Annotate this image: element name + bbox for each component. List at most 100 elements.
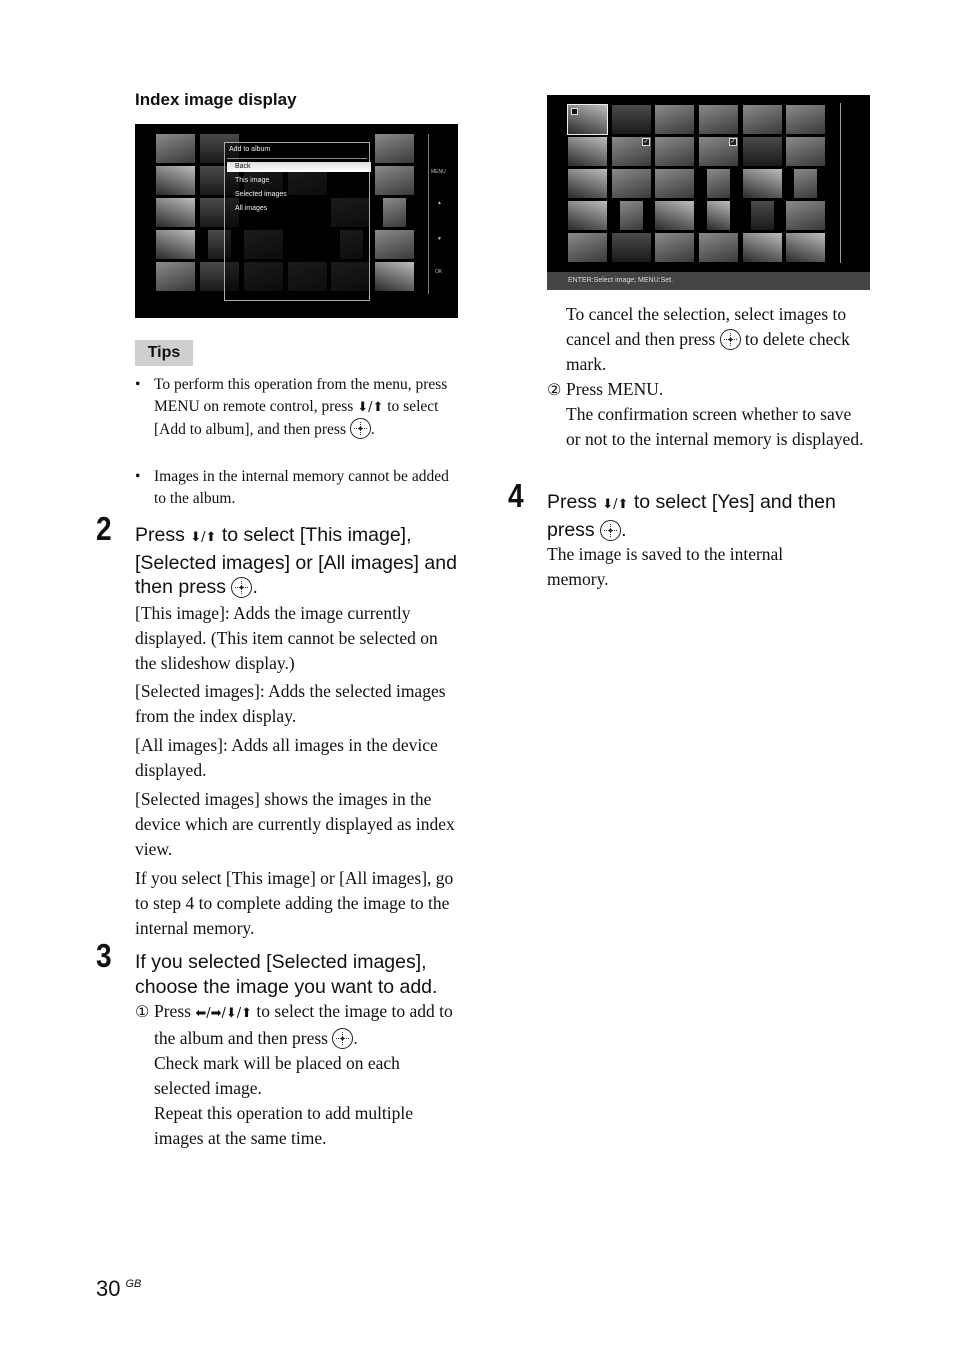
step-heading: If you selected [Selected images], choos… [135,951,438,998]
step-paragraph: [This image]: Adds the image currently d… [135,602,438,673]
substep-2: ② Press MENU. The confirmation screen whe… [547,377,877,452]
thumbnail[interactable] [707,201,730,230]
thumbnail[interactable] [699,105,738,134]
region-code: GB [125,1278,142,1290]
arrow-keys-icon: ⬅/➡/⬇/⬆ [195,1006,253,1021]
thumbnail[interactable] [568,137,607,166]
thumbnail [375,134,414,163]
tip-item: • Images in the internal memory cannot be… [135,466,454,509]
thumbnail[interactable] [612,105,651,134]
thumbnail [156,230,195,259]
thumbnail[interactable] [743,105,782,134]
thumbnail[interactable] [655,201,694,230]
menu-title: Add to album [229,146,271,153]
step-3: If you selected [Selected images], choos… [135,950,460,1151]
thumbnail[interactable] [620,201,643,230]
bullet: • [135,468,141,485]
thumbnail[interactable] [786,201,825,230]
thumbnail[interactable] [655,137,694,166]
status-bar: ENTER:Select image; MENU:Set. [547,272,870,290]
thumbnail[interactable] [568,233,607,262]
substep-paragraph: The confirmation screen whether to save … [566,404,864,449]
menu-button-label[interactable]: MENU [431,169,446,175]
enter-button-icon [719,329,741,350]
substep-marker: ② [547,380,562,399]
index-screen-selection: ✓ ✓ ENTER:Select image; MENU:Set. [547,95,870,290]
thumbnail[interactable] [786,105,825,134]
step-paragraph: The image is saved to the internal memor… [547,544,784,589]
thumbnail [375,166,414,195]
step-number: 4 [508,477,524,514]
substep-text: . [353,1028,358,1048]
thumbnail[interactable] [786,137,825,166]
page-number-value: 30 [96,1276,121,1301]
enter-button-icon [332,1028,354,1049]
tip-text: Images in the internal memory cannot be … [154,468,449,507]
enter-button-icon [349,418,371,439]
section-heading: Index image display [135,90,297,109]
thumbnail [156,166,195,195]
check-mark-icon: ✓ [729,138,737,146]
menu-item-back[interactable]: Back [227,162,371,172]
heading-text: Press [135,524,191,546]
thumbnail[interactable] [707,169,730,198]
substep-text: Press [154,1001,196,1021]
enter-button-icon [231,577,253,598]
thumbnail[interactable] [699,233,738,262]
thumbnail[interactable] [751,201,774,230]
down-up-arrow-icon: ⬇/⬆ [190,530,217,545]
thumbnail[interactable] [743,233,782,262]
tips-label: Tips [135,340,193,366]
thumbnail [156,134,195,163]
thumbnail[interactable] [568,201,607,230]
down-up-arrow-icon: ⬇/⬆ [602,497,629,512]
bullet: • [135,376,141,393]
menu-item-selected-images[interactable]: Selected images [235,191,287,198]
status-text: ENTER:Select image; MENU:Set. [568,277,674,284]
thumbnail[interactable] [655,105,694,134]
thumbnail[interactable] [612,233,651,262]
thumbnail[interactable] [743,137,782,166]
substep-marker: ① [135,1002,150,1021]
step-2: Press ⬇/⬆ to select [This image], [Selec… [135,523,460,941]
enter-button-icon [600,519,622,541]
step-paragraph: [All images]: Adds all images in the dev… [135,734,438,780]
step-3-continued: To cancel the selection, select images t… [547,302,877,452]
thumbnail[interactable] [568,169,607,198]
step-paragraph: [Selected images] shows the images in th… [135,788,455,859]
thumbnail[interactable] [655,233,694,262]
scrollbar[interactable] [840,103,841,263]
album-icon [571,108,578,115]
cancel-paragraph: To cancel the selection, select images t… [547,302,877,377]
step-paragraph: If you select [This image] or [All image… [135,867,454,938]
thumbnail [375,262,414,291]
step-paragraph: [Selected images]: Adds the selected ima… [135,680,446,726]
substep-1: ① Press ⬅/➡/⬇/⬆ to select the image to ad… [135,999,460,1151]
step-heading: Press ⬇/⬆ to select [This image], [Selec… [135,523,460,600]
thumbnail[interactable] [743,169,782,198]
thumbnail[interactable] [794,169,817,198]
up-button-label[interactable]: ▲ [437,200,442,206]
check-mark-icon: ✓ [642,138,650,146]
page-number: 30 GB [96,1276,141,1302]
thumbnail[interactable] [786,233,825,262]
menu-item-all-images[interactable]: All images [235,205,267,212]
substep-paragraph: Check mark will be placed on each select… [154,1053,400,1098]
down-button-label[interactable]: ▼ [437,236,442,242]
thumbnail[interactable] [612,169,651,198]
heading-text: . [252,576,258,598]
step-4: Press ⬇/⬆ to select [Yes] and then press… [547,490,877,592]
heading-text: Press [547,491,603,513]
thumbnail[interactable] [655,169,694,198]
step-heading: Press ⬇/⬆ to select [Yes] and then press… [547,490,877,542]
thumbnail [375,230,414,259]
thumbnail [156,262,195,291]
menu-divider [227,158,367,159]
tip-item: • To perform this operation from the menu… [135,374,454,441]
menu-item-this-image[interactable]: This image [235,177,269,184]
substep-text: Press MENU. [566,379,664,399]
step-number: 2 [96,510,112,547]
step-number: 3 [96,937,112,974]
ok-button-label[interactable]: OK [435,269,442,275]
add-to-album-menu: Add to album Back This image Selected im… [224,142,371,301]
